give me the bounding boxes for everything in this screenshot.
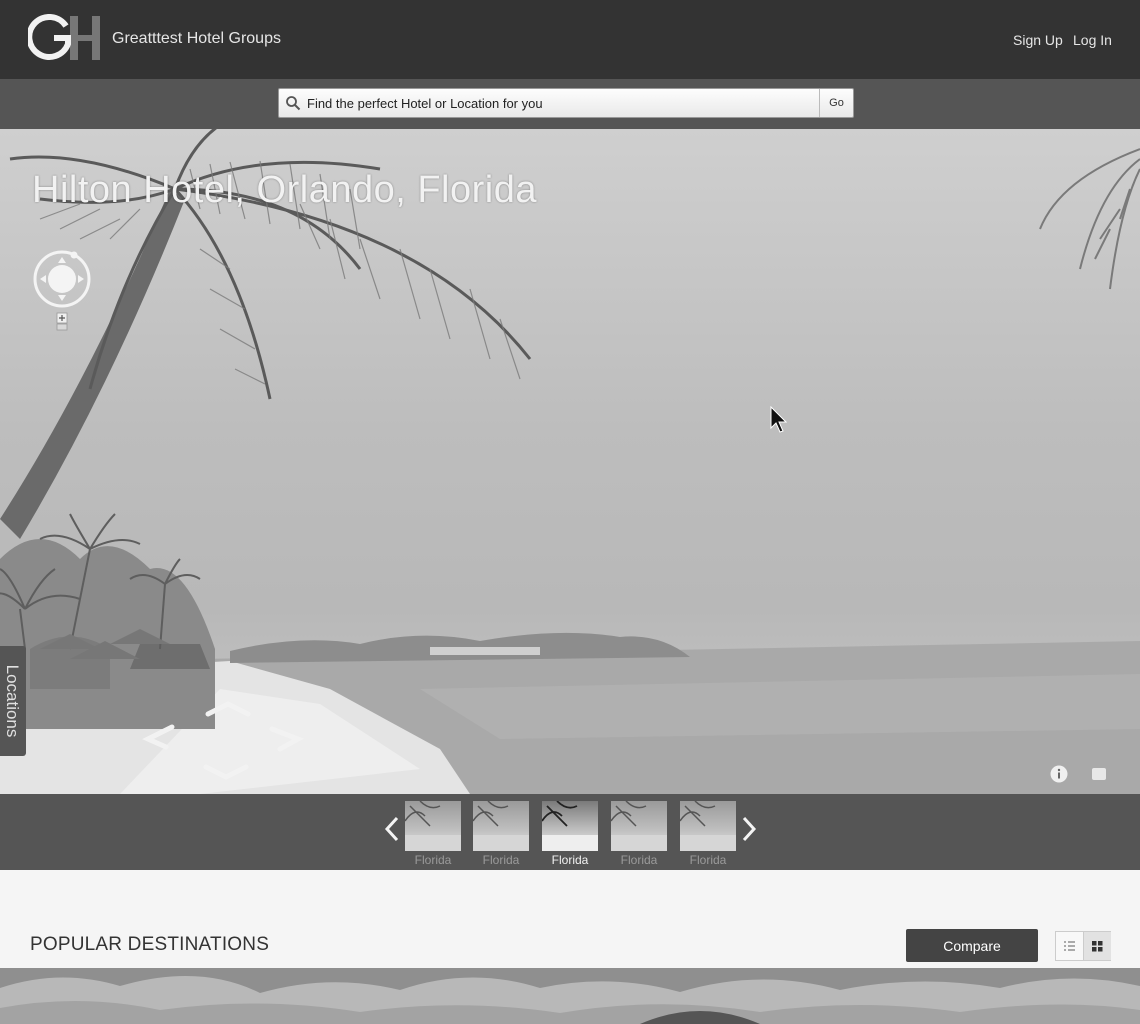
locations-tab-label: Locations bbox=[3, 664, 22, 738]
fullscreen-icon[interactable] bbox=[1092, 768, 1106, 780]
thumbnail-image bbox=[405, 801, 461, 851]
thumbnail-carousel: Florida Florida Florida Florida Florida bbox=[0, 794, 1140, 870]
thumbnail-caption: Florida bbox=[620, 853, 658, 867]
thumbnail-item[interactable]: Florida bbox=[405, 801, 461, 867]
thumbnail-caption: Florida bbox=[551, 853, 589, 867]
thatched-roof-image bbox=[0, 968, 1140, 1024]
thumbnail-caption: Florida bbox=[414, 853, 452, 867]
compare-button[interactable]: Compare bbox=[906, 929, 1038, 962]
thumbnail-caption: Florida bbox=[689, 853, 727, 867]
locations-side-tab[interactable]: Locations bbox=[0, 646, 26, 756]
thumbnail-item[interactable]: Florida bbox=[680, 801, 736, 867]
list-view-icon[interactable] bbox=[1056, 932, 1082, 960]
location-title: Hilton Hotel, Orlando, Florida bbox=[32, 169, 537, 211]
beach-scene-image bbox=[0, 129, 1140, 794]
thumbnail-image bbox=[611, 801, 667, 851]
brand-logo[interactable] bbox=[28, 14, 102, 62]
thumbnail-image bbox=[680, 801, 736, 851]
top-navigation-bar: Greatttest Hotel Groups Sign Up Log In bbox=[0, 0, 1140, 79]
search-input[interactable] bbox=[307, 93, 807, 113]
info-icon[interactable] bbox=[1050, 765, 1068, 783]
chevron-right-icon[interactable] bbox=[739, 814, 759, 844]
thumbnail-item-active[interactable]: Florida bbox=[542, 801, 598, 867]
hero-panorama[interactable]: Hilton Hotel, Orlando, Florida Locations bbox=[0, 129, 1140, 794]
thumbnail-item[interactable]: Florida bbox=[611, 801, 667, 867]
thumbnail-caption: Florida bbox=[482, 853, 520, 867]
chevron-left-icon[interactable] bbox=[382, 814, 402, 844]
search-strip: Go bbox=[0, 79, 1140, 129]
search-box: Go bbox=[278, 88, 854, 118]
thumbnail-image bbox=[542, 801, 598, 851]
popular-destinations-heading: POPULAR DESTINATIONS bbox=[30, 934, 270, 955]
grid-view-icon[interactable] bbox=[1083, 932, 1111, 960]
search-go-button[interactable]: Go bbox=[819, 89, 853, 117]
brand-name[interactable]: Greatttest Hotel Groups bbox=[112, 30, 281, 48]
mouse-cursor-icon bbox=[770, 406, 788, 433]
search-icon bbox=[286, 96, 301, 111]
log-in-link[interactable]: Log In bbox=[1073, 32, 1112, 48]
thumbnail-item[interactable]: Florida bbox=[473, 801, 529, 867]
pan-navigation-control[interactable] bbox=[32, 249, 92, 339]
thumbnail-image bbox=[473, 801, 529, 851]
destination-banner-image[interactable] bbox=[0, 968, 1140, 1024]
sign-up-link[interactable]: Sign Up bbox=[1013, 32, 1063, 48]
panorama-move-arrows[interactable] bbox=[140, 699, 310, 789]
view-mode-toggle bbox=[1055, 931, 1111, 961]
